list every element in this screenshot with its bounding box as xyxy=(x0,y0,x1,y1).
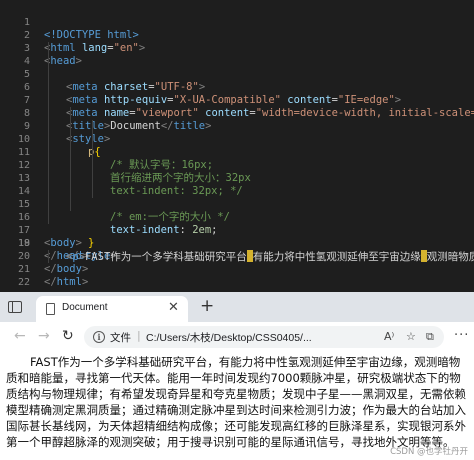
code-line-10[interactable]: 10 /* 默认字号：16px; xyxy=(0,120,474,171)
code-line-22[interactable]: 22 </html> xyxy=(0,276,474,289)
refresh-icon[interactable]: ↻ xyxy=(62,328,74,344)
code-line-2[interactable]: 2 <html lang="en"> xyxy=(0,16,474,54)
code-line-8[interactable]: 8 <style> xyxy=(0,94,474,145)
watermark: CSDN @也学牡丹开 xyxy=(390,447,468,457)
file-icon xyxy=(46,303,55,315)
line-number: 19 xyxy=(17,238,30,249)
code-line-17[interactable]: 17 </style> xyxy=(0,211,474,262)
code-line-18[interactable]: 18 </head> xyxy=(0,224,474,262)
scheme-label: 文件 xyxy=(110,332,131,344)
code-line-21[interactable]: 21 </body> xyxy=(0,263,474,276)
collections-icon[interactable]: ⧉ xyxy=(426,330,434,344)
tab-document[interactable]: Document ✕ xyxy=(36,296,188,322)
address-separator: | xyxy=(137,329,141,342)
tab-title: Document xyxy=(62,302,108,313)
line-number: 20 xyxy=(17,251,30,262)
text-token: 观测暗物质和暗能 xyxy=(426,251,474,263)
code-line-11[interactable]: 11 首行缩进两个字的大小：32px xyxy=(0,133,474,184)
code-editor[interactable]: 1 <!DOCTYPE html> 2 <html lang="en"> 3 <… xyxy=(0,0,474,292)
close-icon[interactable]: ✕ xyxy=(168,300,179,315)
url-text[interactable]: C:/Users/木枝/Desktop/CSS0405/... xyxy=(146,330,312,345)
back-arrow-icon[interactable]: ← xyxy=(14,328,26,344)
code-line-15[interactable]: 15 text-indent: 2em; xyxy=(0,185,474,236)
favorite-star-icon[interactable]: ☆ xyxy=(406,330,416,343)
text-token: 有能力将中性氢观测延伸至宇宙边缘 xyxy=(252,251,421,263)
code-line-14[interactable]: 14 /* em:一个字的大小 */ xyxy=(0,172,474,223)
line-number: 21 xyxy=(17,264,30,275)
code-line-5[interactable]: 5 <meta http-equiv="X-UA-Compatible" con… xyxy=(0,55,474,106)
code-line-13[interactable]: 13 xyxy=(0,159,474,184)
tab-actions-icon[interactable] xyxy=(8,301,22,313)
line-number: 22 xyxy=(17,277,30,288)
address-bar[interactable]: i 文件 | C:/Users/木枝/Desktop/CSS0405/... A… xyxy=(84,326,444,348)
code-line-7[interactable]: 7 <title>Document</title> xyxy=(0,81,474,132)
code-line-4[interactable]: 4 <meta charset="UTF-8"> xyxy=(0,42,474,93)
code-line-16[interactable]: 16 } xyxy=(0,198,474,249)
info-icon[interactable]: i xyxy=(93,331,105,343)
code-line-3[interactable]: 3 <head> xyxy=(0,29,474,67)
tab-bar: Document ✕ + xyxy=(0,292,474,322)
browser-window: Document ✕ + ← → ↻ i 文件 | C:/Users/木枝/De… xyxy=(0,292,474,460)
read-aloud-icon[interactable]: A⁾ xyxy=(384,330,394,343)
code-line-12[interactable]: 12 text-indent: 32px; */ xyxy=(0,146,474,197)
more-menu-icon[interactable]: ··· xyxy=(454,328,469,343)
new-tab-button[interactable]: + xyxy=(200,297,214,315)
code-line-9[interactable]: 9 p{ xyxy=(0,107,474,158)
code-line-1[interactable]: 1 <!DOCTYPE html> xyxy=(0,3,474,41)
browser-toolbar: ← → ↻ i 文件 | C:/Users/木枝/Desktop/CSS0405… xyxy=(0,322,474,352)
paragraph-content: FAST作为一个多学科基础研究平台，有能力将中性氢观测延伸至宇宙边缘，观测暗物质… xyxy=(6,355,466,449)
code-line-6[interactable]: 6 <meta name="viewport" content="width=d… xyxy=(0,68,474,119)
code-line-19[interactable]: 19 <body> xyxy=(0,237,474,250)
code-line-20[interactable]: 20 <p>FAST作为一个多学科基础研究平台 有能力将中性氢观测延伸至宇宙边缘 观测… xyxy=(0,250,474,263)
forward-arrow-icon[interactable]: → xyxy=(38,328,50,344)
text-token: FAST作为一个多学科基础研究平台 xyxy=(84,251,247,263)
